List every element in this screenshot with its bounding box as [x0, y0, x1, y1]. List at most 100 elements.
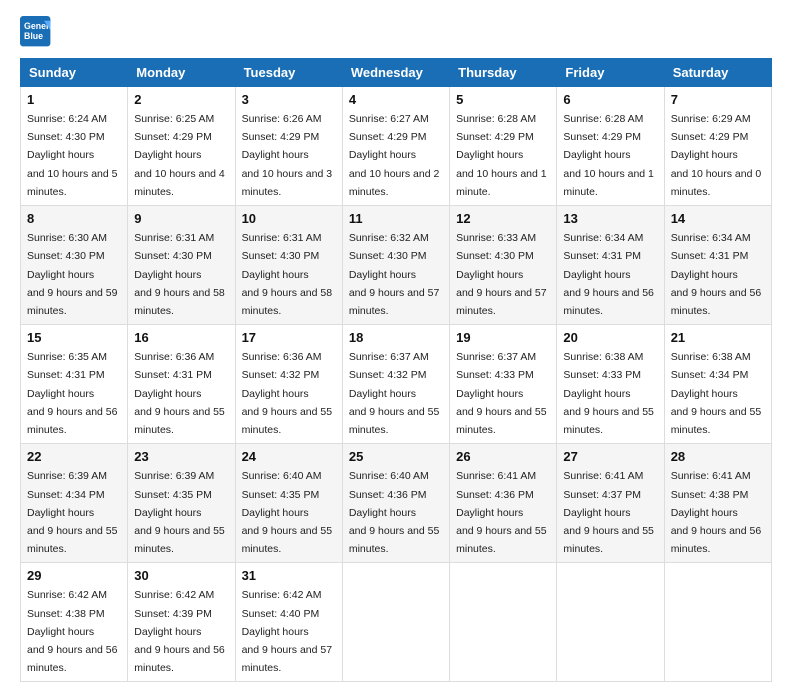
- day-number: 18: [349, 330, 443, 345]
- day-info: Sunrise: 6:42 AMSunset: 4:38 PMDaylight …: [27, 589, 118, 674]
- day-number: 25: [349, 449, 443, 464]
- day-number: 15: [27, 330, 121, 345]
- day-info: Sunrise: 6:41 AMSunset: 4:37 PMDaylight …: [563, 470, 654, 555]
- weekday-header-wednesday: Wednesday: [342, 59, 449, 87]
- calendar-cell: 22 Sunrise: 6:39 AMSunset: 4:34 PMDaylig…: [21, 444, 128, 563]
- day-info: Sunrise: 6:36 AMSunset: 4:32 PMDaylight …: [242, 351, 333, 436]
- day-info: Sunrise: 6:28 AMSunset: 4:29 PMDaylight …: [456, 113, 547, 198]
- day-number: 23: [134, 449, 228, 464]
- weekday-header-row: SundayMondayTuesdayWednesdayThursdayFrid…: [21, 59, 772, 87]
- day-info: Sunrise: 6:37 AMSunset: 4:33 PMDaylight …: [456, 351, 547, 436]
- day-info: Sunrise: 6:38 AMSunset: 4:33 PMDaylight …: [563, 351, 654, 436]
- calendar-week-5: 29 Sunrise: 6:42 AMSunset: 4:38 PMDaylig…: [21, 563, 772, 682]
- day-number: 24: [242, 449, 336, 464]
- calendar-cell: 24 Sunrise: 6:40 AMSunset: 4:35 PMDaylig…: [235, 444, 342, 563]
- calendar-cell: [450, 563, 557, 682]
- day-number: 16: [134, 330, 228, 345]
- day-number: 17: [242, 330, 336, 345]
- calendar-cell: 13 Sunrise: 6:34 AMSunset: 4:31 PMDaylig…: [557, 206, 664, 325]
- calendar-cell: 2 Sunrise: 6:25 AMSunset: 4:29 PMDayligh…: [128, 87, 235, 206]
- calendar-week-4: 22 Sunrise: 6:39 AMSunset: 4:34 PMDaylig…: [21, 444, 772, 563]
- calendar-cell: 20 Sunrise: 6:38 AMSunset: 4:33 PMDaylig…: [557, 325, 664, 444]
- day-number: 21: [671, 330, 765, 345]
- day-number: 4: [349, 92, 443, 107]
- calendar-cell: 11 Sunrise: 6:32 AMSunset: 4:30 PMDaylig…: [342, 206, 449, 325]
- day-number: 1: [27, 92, 121, 107]
- day-number: 8: [27, 211, 121, 226]
- calendar-table: SundayMondayTuesdayWednesdayThursdayFrid…: [20, 58, 772, 682]
- day-info: Sunrise: 6:31 AMSunset: 4:30 PMDaylight …: [242, 232, 333, 317]
- weekday-header-tuesday: Tuesday: [235, 59, 342, 87]
- calendar-cell: 9 Sunrise: 6:31 AMSunset: 4:30 PMDayligh…: [128, 206, 235, 325]
- calendar-cell: 12 Sunrise: 6:33 AMSunset: 4:30 PMDaylig…: [450, 206, 557, 325]
- calendar-cell: 18 Sunrise: 6:37 AMSunset: 4:32 PMDaylig…: [342, 325, 449, 444]
- day-number: 3: [242, 92, 336, 107]
- calendar-cell: 1 Sunrise: 6:24 AMSunset: 4:30 PMDayligh…: [21, 87, 128, 206]
- day-number: 28: [671, 449, 765, 464]
- page: General Blue SundayMondayTuesdayWednesda…: [0, 0, 792, 698]
- calendar-cell: 5 Sunrise: 6:28 AMSunset: 4:29 PMDayligh…: [450, 87, 557, 206]
- calendar-cell: 19 Sunrise: 6:37 AMSunset: 4:33 PMDaylig…: [450, 325, 557, 444]
- calendar-cell: 30 Sunrise: 6:42 AMSunset: 4:39 PMDaylig…: [128, 563, 235, 682]
- day-number: 19: [456, 330, 550, 345]
- header: General Blue: [20, 16, 772, 48]
- day-info: Sunrise: 6:42 AMSunset: 4:40 PMDaylight …: [242, 589, 333, 674]
- day-info: Sunrise: 6:28 AMSunset: 4:29 PMDaylight …: [563, 113, 654, 198]
- day-number: 13: [563, 211, 657, 226]
- calendar-cell: 21 Sunrise: 6:38 AMSunset: 4:34 PMDaylig…: [664, 325, 771, 444]
- day-info: Sunrise: 6:37 AMSunset: 4:32 PMDaylight …: [349, 351, 440, 436]
- day-info: Sunrise: 6:42 AMSunset: 4:39 PMDaylight …: [134, 589, 225, 674]
- day-info: Sunrise: 6:35 AMSunset: 4:31 PMDaylight …: [27, 351, 118, 436]
- day-info: Sunrise: 6:40 AMSunset: 4:35 PMDaylight …: [242, 470, 333, 555]
- weekday-header-friday: Friday: [557, 59, 664, 87]
- day-info: Sunrise: 6:38 AMSunset: 4:34 PMDaylight …: [671, 351, 762, 436]
- day-info: Sunrise: 6:33 AMSunset: 4:30 PMDaylight …: [456, 232, 547, 317]
- calendar-cell: [664, 563, 771, 682]
- day-number: 6: [563, 92, 657, 107]
- svg-text:Blue: Blue: [24, 31, 43, 41]
- weekday-header-thursday: Thursday: [450, 59, 557, 87]
- day-info: Sunrise: 6:27 AMSunset: 4:29 PMDaylight …: [349, 113, 440, 198]
- calendar-cell: 26 Sunrise: 6:41 AMSunset: 4:36 PMDaylig…: [450, 444, 557, 563]
- logo-icon: General Blue: [20, 16, 52, 48]
- calendar-cell: 4 Sunrise: 6:27 AMSunset: 4:29 PMDayligh…: [342, 87, 449, 206]
- day-info: Sunrise: 6:41 AMSunset: 4:38 PMDaylight …: [671, 470, 762, 555]
- day-number: 27: [563, 449, 657, 464]
- day-info: Sunrise: 6:29 AMSunset: 4:29 PMDaylight …: [671, 113, 762, 198]
- day-number: 10: [242, 211, 336, 226]
- day-number: 31: [242, 568, 336, 583]
- calendar-cell: 3 Sunrise: 6:26 AMSunset: 4:29 PMDayligh…: [235, 87, 342, 206]
- day-info: Sunrise: 6:41 AMSunset: 4:36 PMDaylight …: [456, 470, 547, 555]
- calendar-cell: 8 Sunrise: 6:30 AMSunset: 4:30 PMDayligh…: [21, 206, 128, 325]
- day-info: Sunrise: 6:24 AMSunset: 4:30 PMDaylight …: [27, 113, 118, 198]
- day-info: Sunrise: 6:25 AMSunset: 4:29 PMDaylight …: [134, 113, 225, 198]
- calendar-cell: [342, 563, 449, 682]
- day-info: Sunrise: 6:31 AMSunset: 4:30 PMDaylight …: [134, 232, 225, 317]
- calendar-cell: 14 Sunrise: 6:34 AMSunset: 4:31 PMDaylig…: [664, 206, 771, 325]
- calendar-cell: 16 Sunrise: 6:36 AMSunset: 4:31 PMDaylig…: [128, 325, 235, 444]
- calendar-cell: 10 Sunrise: 6:31 AMSunset: 4:30 PMDaylig…: [235, 206, 342, 325]
- day-info: Sunrise: 6:26 AMSunset: 4:29 PMDaylight …: [242, 113, 333, 198]
- calendar-body: 1 Sunrise: 6:24 AMSunset: 4:30 PMDayligh…: [21, 87, 772, 682]
- weekday-header-monday: Monday: [128, 59, 235, 87]
- day-info: Sunrise: 6:39 AMSunset: 4:34 PMDaylight …: [27, 470, 118, 555]
- weekday-header-sunday: Sunday: [21, 59, 128, 87]
- day-info: Sunrise: 6:34 AMSunset: 4:31 PMDaylight …: [563, 232, 654, 317]
- day-number: 22: [27, 449, 121, 464]
- day-number: 7: [671, 92, 765, 107]
- day-number: 20: [563, 330, 657, 345]
- calendar-cell: 25 Sunrise: 6:40 AMSunset: 4:36 PMDaylig…: [342, 444, 449, 563]
- day-info: Sunrise: 6:39 AMSunset: 4:35 PMDaylight …: [134, 470, 225, 555]
- weekday-header-saturday: Saturday: [664, 59, 771, 87]
- day-info: Sunrise: 6:32 AMSunset: 4:30 PMDaylight …: [349, 232, 440, 317]
- calendar-cell: 31 Sunrise: 6:42 AMSunset: 4:40 PMDaylig…: [235, 563, 342, 682]
- day-number: 12: [456, 211, 550, 226]
- calendar-cell: 23 Sunrise: 6:39 AMSunset: 4:35 PMDaylig…: [128, 444, 235, 563]
- day-number: 30: [134, 568, 228, 583]
- calendar-week-1: 1 Sunrise: 6:24 AMSunset: 4:30 PMDayligh…: [21, 87, 772, 206]
- day-info: Sunrise: 6:36 AMSunset: 4:31 PMDaylight …: [134, 351, 225, 436]
- day-number: 11: [349, 211, 443, 226]
- day-info: Sunrise: 6:34 AMSunset: 4:31 PMDaylight …: [671, 232, 762, 317]
- day-number: 26: [456, 449, 550, 464]
- calendar-cell: 27 Sunrise: 6:41 AMSunset: 4:37 PMDaylig…: [557, 444, 664, 563]
